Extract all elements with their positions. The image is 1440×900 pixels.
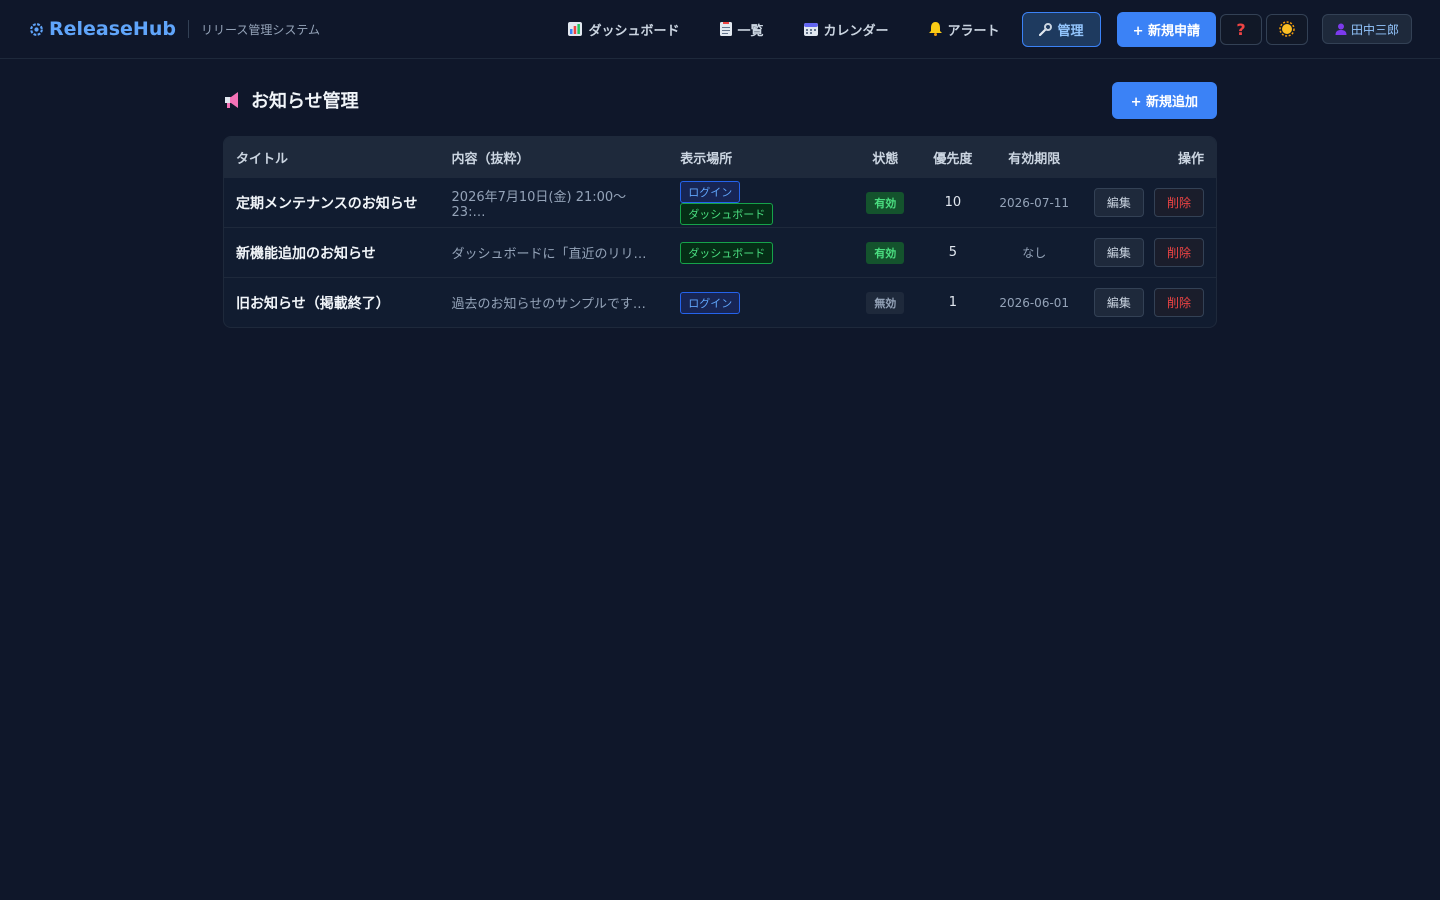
row-excerpt: 過去のお知らせのサンプルです… bbox=[439, 277, 669, 327]
location-tag-login: ログイン bbox=[680, 291, 741, 314]
row-priority: 1 bbox=[919, 277, 987, 327]
question-icon: ? bbox=[1236, 19, 1246, 39]
row-actions: 編集 削除 bbox=[1081, 227, 1216, 278]
main-nav: ダッシュボード 一覧 カレンダー アラート 管理 + 新規申請 ? 田中三郎 bbox=[550, 11, 1412, 47]
help-button[interactable]: ? bbox=[1219, 13, 1262, 45]
wrench-icon bbox=[1038, 22, 1052, 36]
edit-button[interactable]: 編集 bbox=[1093, 238, 1144, 267]
row-locations: ダッシュボード bbox=[668, 227, 852, 278]
row-locations: ログイン bbox=[668, 277, 852, 327]
delete-button[interactable]: 削除 bbox=[1153, 288, 1204, 317]
announcements-table: タイトル 内容（抜粋） 表示場所 状態 優先度 有効期限 操作 定期メンテナンス… bbox=[224, 137, 1216, 327]
nav-item-admin[interactable]: 管理 bbox=[1021, 11, 1101, 47]
location-tag-login: ログイン bbox=[680, 180, 741, 203]
location-tag-dashboard: ダッシュボード bbox=[680, 202, 774, 225]
chart-icon bbox=[568, 22, 583, 36]
announcements-table-card: タイトル 内容（抜粋） 表示場所 状態 優先度 有効期限 操作 定期メンテナンス… bbox=[223, 136, 1217, 328]
row-actions: 編集 削除 bbox=[1081, 277, 1216, 327]
calendar-icon bbox=[803, 23, 818, 36]
nav-label: 管理 bbox=[1057, 23, 1084, 39]
row-expiry: 2026-07-11 bbox=[986, 177, 1082, 228]
app-name: ReleaseHub bbox=[49, 18, 176, 40]
table-header-row: タイトル 内容（抜粋） 表示場所 状態 優先度 有効期限 操作 bbox=[224, 137, 1216, 178]
user-menu-button[interactable]: 田中三郎 bbox=[1321, 14, 1412, 44]
add-announcement-button[interactable]: + 新規追加 bbox=[1111, 81, 1217, 119]
theme-toggle-button[interactable] bbox=[1265, 13, 1308, 45]
row-actions: 編集 削除 bbox=[1081, 177, 1216, 228]
new-request-button[interactable]: + 新規申請 bbox=[1116, 11, 1216, 47]
nav-label: カレンダー bbox=[823, 23, 889, 39]
nav-item-calendar[interactable]: カレンダー bbox=[786, 13, 907, 46]
col-header-title: タイトル bbox=[236, 151, 289, 167]
edit-button[interactable]: 編集 bbox=[1093, 188, 1144, 217]
row-priority: 5 bbox=[919, 227, 987, 278]
page-header: お知らせ管理 + 新規追加 bbox=[223, 81, 1217, 119]
location-tag-dashboard: ダッシュボード bbox=[680, 241, 774, 264]
col-header-actions: 操作 bbox=[1177, 151, 1204, 167]
brand: ReleaseHub リリース管理システム bbox=[28, 18, 320, 40]
row-locations: ログイン ダッシュボード bbox=[668, 177, 852, 228]
row-status-cell: 有効 bbox=[851, 227, 920, 278]
app-subtitle: リリース管理システム bbox=[200, 22, 321, 37]
page-title: お知らせ管理 bbox=[223, 87, 359, 113]
table-row: 定期メンテナンスのお知らせ 2026年7月10日(金) 21:00〜23:… ロ… bbox=[224, 177, 1216, 228]
col-header-status: 状態 bbox=[872, 151, 899, 167]
status-badge: 無効 bbox=[866, 291, 905, 314]
table-row: 新機能追加のお知らせ ダッシュボードに「直近のリリ… ダッシュボード 有効 5 … bbox=[224, 227, 1216, 278]
delete-button[interactable]: 削除 bbox=[1153, 188, 1204, 217]
row-expiry: なし bbox=[986, 227, 1082, 278]
row-excerpt: 2026年7月10日(金) 21:00〜23:… bbox=[439, 177, 669, 228]
row-priority: 10 bbox=[919, 177, 987, 228]
list-icon bbox=[719, 22, 732, 36]
user-icon bbox=[1335, 23, 1347, 35]
row-expiry: 2026-06-01 bbox=[986, 277, 1082, 327]
col-header-priority: 優先度 bbox=[933, 151, 973, 167]
main-content: お知らせ管理 + 新規追加 タイトル 内容（抜粋） 表示場所 状態 優先度 有効… bbox=[223, 59, 1217, 328]
edit-button[interactable]: 編集 bbox=[1093, 288, 1144, 317]
delete-button[interactable]: 削除 bbox=[1153, 238, 1204, 267]
row-title: 新機能追加のお知らせ bbox=[224, 227, 440, 278]
sun-icon bbox=[1279, 21, 1295, 37]
row-title: 定期メンテナンスのお知らせ bbox=[224, 177, 440, 228]
nav-item-dashboard[interactable]: ダッシュボード bbox=[550, 13, 697, 46]
table-row: 旧お知らせ（掲載終了） 過去のお知らせのサンプルです… ログイン 無効 1 20… bbox=[224, 277, 1216, 327]
col-header-expiry: 有効期限 bbox=[1008, 151, 1061, 167]
nav-label: ダッシュボード bbox=[588, 23, 680, 39]
megaphone-icon bbox=[225, 92, 238, 108]
user-name: 田中三郎 bbox=[1350, 22, 1399, 37]
nav-item-list[interactable]: 一覧 bbox=[702, 13, 782, 46]
col-header-location: 表示場所 bbox=[680, 151, 733, 167]
row-title: 旧お知らせ（掲載終了） bbox=[224, 277, 440, 327]
row-excerpt: ダッシュボードに「直近のリリ… bbox=[439, 227, 669, 278]
status-badge: 有効 bbox=[866, 191, 905, 214]
nav-label: アラート bbox=[947, 23, 1000, 39]
nav-item-alerts[interactable]: アラート bbox=[911, 13, 1018, 46]
row-status-cell: 無効 bbox=[851, 277, 920, 327]
brand-divider bbox=[187, 20, 189, 38]
nav-label: 一覧 bbox=[737, 23, 764, 39]
top-nav-bar: ReleaseHub リリース管理システム ダッシュボード 一覧 カレンダー ア… bbox=[0, 0, 1440, 59]
gear-icon bbox=[30, 22, 43, 36]
status-badge: 有効 bbox=[866, 241, 905, 264]
brand-logo[interactable]: ReleaseHub bbox=[28, 18, 176, 40]
col-header-excerpt: 内容（抜粋） bbox=[451, 151, 530, 167]
row-status-cell: 有効 bbox=[851, 177, 920, 228]
bell-icon bbox=[928, 22, 942, 36]
page-title-text: お知らせ管理 bbox=[251, 91, 359, 112]
